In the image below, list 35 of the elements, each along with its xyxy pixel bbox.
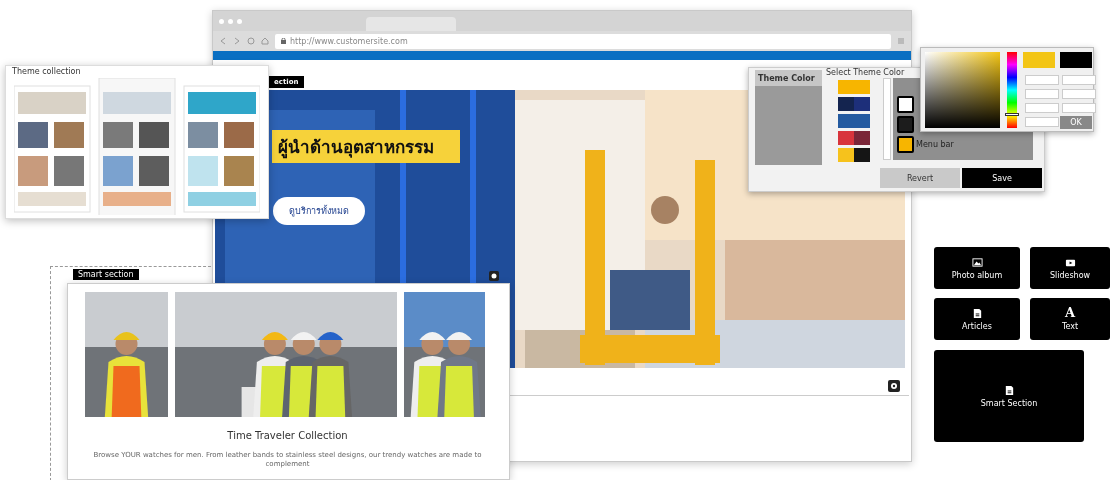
section-label: Smart section	[73, 269, 139, 280]
card-title: Theme collection	[12, 67, 81, 76]
address-field[interactable]: http://www.customersite.com	[275, 33, 891, 49]
widget-button[interactable]: Photo album	[934, 247, 1020, 289]
document-icon	[971, 307, 983, 319]
widget-button[interactable]: Slideshow	[1030, 247, 1110, 289]
value-field[interactable]	[1025, 89, 1059, 99]
widget-button[interactable]: A Text	[1030, 298, 1110, 340]
reload-icon[interactable]	[247, 37, 255, 45]
panel-heading: Select Theme Color	[826, 68, 905, 77]
color-gradient[interactable]	[925, 52, 1000, 128]
lock-icon	[281, 38, 286, 44]
settings-icon[interactable]	[888, 380, 900, 392]
forward-icon[interactable]	[233, 37, 241, 45]
image-icon	[971, 256, 983, 268]
save-button[interactable]: Save	[962, 168, 1042, 188]
value-field[interactable]	[1062, 75, 1096, 85]
option-label: Menu bar	[916, 140, 954, 149]
menu-icon[interactable]	[897, 37, 905, 45]
collection-title: Time Traveler Collection	[226, 430, 349, 441]
panel-tab[interactable]: Theme Color	[755, 70, 822, 86]
color-palette[interactable]	[838, 80, 870, 94]
letter-icon: A	[1064, 307, 1076, 319]
widget-button[interactable]: Articles	[934, 298, 1020, 340]
hue-slider-thumb[interactable]	[1005, 113, 1019, 117]
value-field[interactable]	[1062, 89, 1096, 99]
widget-button[interactable]: Smart Section	[934, 350, 1084, 442]
back-icon[interactable]	[219, 37, 227, 45]
value-field[interactable]	[1025, 103, 1059, 113]
ok-button[interactable]: OK	[1060, 116, 1092, 129]
value-field[interactable]	[1025, 117, 1059, 127]
home-icon[interactable]	[261, 37, 269, 45]
value-field[interactable]	[1025, 75, 1059, 85]
value-field[interactable]	[1062, 103, 1096, 113]
document-icon	[1003, 384, 1015, 396]
